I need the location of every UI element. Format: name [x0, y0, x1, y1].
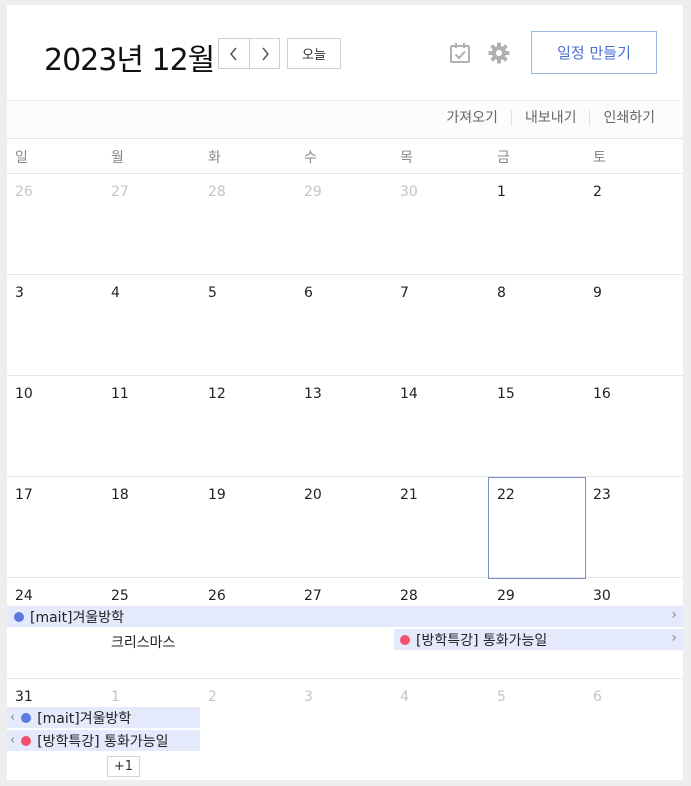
weekday-sun: 일 — [15, 150, 28, 166]
calendar-week: 10 11 12 13 14 15 16 — [7, 376, 683, 477]
day-cell[interactable]: 27 — [111, 184, 129, 200]
day-cell[interactable]: 25 — [111, 588, 129, 604]
day-cell[interactable]: 29 — [497, 588, 515, 604]
gear-icon[interactable] — [487, 41, 511, 65]
calendar-toolbar: 가져오기 내보내기 인쇄하기 — [7, 100, 683, 139]
weekday-fri: 금 — [497, 150, 510, 166]
create-event-button[interactable]: 일정 만들기 — [531, 31, 657, 74]
day-cell[interactable]: 8 — [497, 285, 506, 301]
weekday-mon: 월 — [111, 150, 124, 166]
event-title: [mait]겨울방학 — [30, 609, 125, 626]
weekday-sat: 토 — [593, 150, 606, 166]
chevron-left-icon — [230, 47, 237, 60]
event-dot — [14, 611, 24, 622]
day-cell[interactable]: 2 — [593, 184, 602, 200]
chevron-left-icon: ‹ — [10, 733, 16, 748]
day-cell[interactable]: 6 — [304, 285, 313, 301]
day-cell[interactable]: 14 — [400, 386, 418, 402]
export-link[interactable]: 내보내기 — [510, 110, 590, 126]
day-cell[interactable]: 15 — [497, 386, 515, 402]
day-cell[interactable]: 23 — [593, 487, 611, 503]
day-cell[interactable]: 16 — [593, 386, 611, 402]
print-link[interactable]: 인쇄하기 — [589, 110, 655, 126]
day-cell[interactable]: 2 — [208, 689, 217, 705]
prev-month-button[interactable] — [219, 39, 249, 68]
chevron-right-icon: › — [671, 607, 677, 623]
day-cell[interactable]: 9 — [593, 285, 602, 301]
day-cell[interactable]: 30 — [400, 184, 418, 200]
day-cell[interactable]: 4 — [400, 689, 409, 705]
day-cell[interactable]: 5 — [208, 285, 217, 301]
day-cell[interactable]: 24 — [15, 588, 33, 604]
holiday-christmas[interactable]: 크리스마스 — [111, 632, 175, 652]
day-cell[interactable]: 6 — [593, 689, 602, 705]
chevron-right-icon: › — [671, 630, 677, 646]
day-cell[interactable]: 18 — [111, 487, 129, 503]
next-month-button[interactable] — [249, 39, 279, 68]
weekday-thu: 목 — [400, 150, 413, 166]
import-link[interactable]: 가져오기 — [433, 110, 511, 126]
weekday-wed: 수 — [304, 150, 317, 166]
day-cell[interactable]: 11 — [111, 386, 129, 402]
day-cell[interactable]: 28 — [208, 184, 226, 200]
weekday-tue: 화 — [208, 150, 221, 166]
day-cell[interactable]: 19 — [208, 487, 226, 503]
event-dot — [400, 634, 410, 645]
day-cell[interactable]: 29 — [304, 184, 322, 200]
month-title: 2023년 12월 — [44, 43, 215, 78]
day-cell[interactable]: 5 — [497, 689, 506, 705]
calendar-panel: 2023년 12월 오늘 일정 만들기 가져오기 내보내기 인쇄하기 일 월 화… — [7, 5, 683, 780]
day-cell[interactable]: 28 — [400, 588, 418, 604]
day-cell[interactable]: 3 — [304, 689, 313, 705]
event-title: [mait]겨울방학 — [37, 710, 132, 727]
calendar-week: 3 4 5 6 7 8 9 — [7, 275, 683, 376]
day-cell[interactable]: 21 — [400, 487, 418, 503]
day-cell[interactable]: 10 — [15, 386, 33, 402]
day-cell[interactable]: 12 — [208, 386, 226, 402]
task-check-icon[interactable] — [449, 42, 471, 64]
weekday-header: 일 월 화 수 목 금 토 — [7, 139, 683, 174]
day-cell[interactable]: 27 — [304, 588, 322, 604]
day-cell[interactable]: 20 — [304, 487, 322, 503]
event-winter-break[interactable]: [mait]겨울방학 › — [7, 606, 683, 627]
event-dot — [21, 712, 32, 723]
chevron-left-icon: ‹ — [10, 710, 16, 725]
event-title: [방학특강] 통화가능일 — [416, 632, 548, 649]
day-cell[interactable]: 26 — [15, 184, 33, 200]
day-cell[interactable]: 1 — [111, 689, 120, 705]
today-button[interactable]: 오늘 — [287, 38, 341, 69]
day-cell[interactable]: 26 — [208, 588, 226, 604]
day-cell[interactable]: 31 — [15, 689, 33, 705]
day-cell[interactable]: 7 — [400, 285, 409, 301]
today-highlight — [488, 477, 586, 579]
chevron-right-icon — [261, 47, 269, 60]
event-dot — [21, 735, 32, 746]
day-cell[interactable]: 30 — [593, 588, 611, 604]
calendar-header: 2023년 12월 오늘 일정 만들기 — [7, 5, 683, 100]
day-cell[interactable]: 13 — [304, 386, 322, 402]
event-call-available-cont[interactable]: ‹ [방학특강] 통화가능일 — [7, 730, 200, 751]
more-events-button[interactable]: +1 — [107, 756, 140, 777]
event-call-available[interactable]: [방학특강] 통화가능일 › — [394, 629, 683, 650]
day-cell[interactable]: 1 — [497, 184, 506, 200]
day-cell[interactable]: 17 — [15, 487, 33, 503]
event-winter-break-cont[interactable]: ‹ [mait]겨울방학 — [7, 707, 200, 728]
day-cell[interactable]: 3 — [15, 285, 24, 301]
month-nav — [218, 38, 280, 69]
day-cell[interactable]: 4 — [111, 285, 120, 301]
calendar-week: 26 27 28 29 30 1 2 — [7, 174, 683, 275]
event-title: [방학특강] 통화가능일 — [37, 733, 169, 750]
